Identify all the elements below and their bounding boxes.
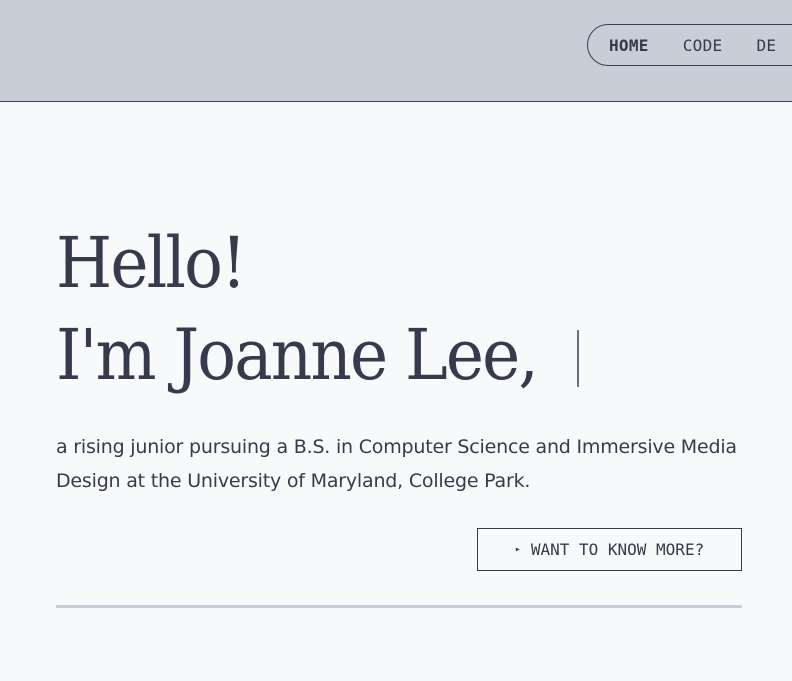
- hero-description: a rising junior pursuing a B.S. in Compu…: [56, 436, 737, 492]
- nav-home-link[interactable]: HOME: [609, 36, 649, 55]
- typing-cursor: [577, 330, 579, 387]
- hero-greeting: Hello!: [56, 222, 247, 304]
- section-divider: [56, 605, 742, 608]
- play-arrow-icon: ▸: [514, 544, 521, 555]
- site-header: HOME CODE DE: [0, 0, 792, 102]
- cta-label: WANT TO KNOW MORE?: [530, 540, 705, 559]
- want-to-know-more-button[interactable]: ▸ WANT TO KNOW MORE?: [477, 528, 742, 571]
- nav-design-link[interactable]: DE: [756, 36, 776, 55]
- nav-code-link[interactable]: CODE: [683, 36, 723, 55]
- main-nav: HOME CODE DE: [587, 24, 792, 66]
- hero-name: I'm Joanne Lee,: [56, 314, 539, 396]
